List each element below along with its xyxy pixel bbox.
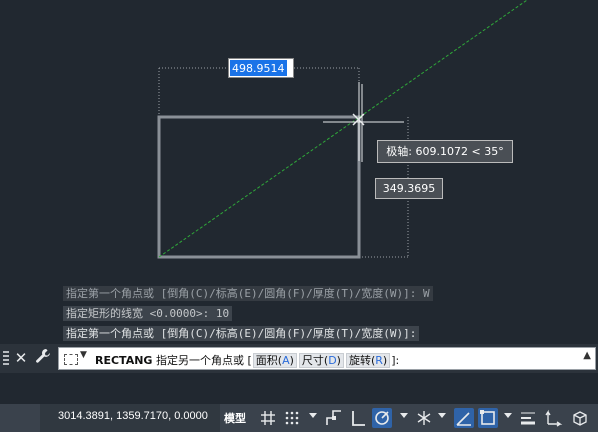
annotation-scale-icon[interactable] [544,408,564,428]
command-prompt: RECTANG 指定另一个角点或 [面积(A) 尺寸(D) 旋转(R)]: [95,353,400,368]
option-area[interactable]: 面积(A) [252,353,297,368]
chevron-down-icon[interactable] [504,413,512,418]
close-icon[interactable]: ✕ [12,348,30,368]
option-dimensions[interactable]: 尺寸(D) [298,353,344,368]
status-bar: 3014.3891, 1359.7170, 0.0000 模型 [0,404,598,432]
command-prompt-text: 指定另一个角点或 [155,354,244,367]
rectangle-command-icon [64,354,78,365]
isometric-icon[interactable] [414,408,434,428]
model-space-button[interactable]: 模型 [224,410,246,426]
dimension-guides [158,67,409,258]
polar-tracking-line [158,0,529,258]
command-input[interactable]: ▼ RECTANG 指定另一个角点或 [面积(A) 尺寸(D) 旋转(R)]: ▲ [58,347,596,370]
lineweight-icon[interactable] [518,408,538,428]
command-history-toggle-icon[interactable]: ▲ [583,350,591,361]
drag-grip-icon[interactable] [3,351,9,367]
width-dimension-value: 498.9514 [230,60,287,76]
height-dimension-input[interactable]: 349.3695 [375,178,443,199]
object-snap-icon[interactable] [478,408,498,428]
wrench-icon[interactable] [34,348,52,368]
coordinate-value: 3014.3891, 1359.7170, 0.0000 [58,410,208,422]
chevron-down-icon[interactable]: ▼ [80,350,87,360]
polar-tracking-icon[interactable] [372,408,392,428]
workspace-icon[interactable] [570,408,590,428]
chevron-down-icon[interactable] [400,413,408,418]
snap-icon[interactable] [282,408,302,428]
command-history-line: 指定第一个角点或 [倒角(C)/标高(E)/圆角(F)/厚度(T)/宽度(W)]… [63,326,420,341]
command-name: RECTANG [95,354,153,367]
ortho-icon[interactable] [348,408,368,428]
command-history-line: 指定第一个角点或 [倒角(C)/标高(E)/圆角(F)/厚度(T)/宽度(W)]… [63,286,433,301]
command-line-bar: ✕ ▼ RECTANG 指定另一个角点或 [面积(A) 尺寸(D) 旋转(R)]: … [0,344,598,373]
width-dimension-input[interactable]: 498.9514 [228,58,294,78]
polar-tooltip: 极轴: 609.1072 < 35° [377,140,513,163]
option-rotation[interactable]: 旋转(R) [345,353,391,368]
grid-icon[interactable] [258,408,278,428]
chevron-down-icon[interactable] [438,413,446,418]
chevron-down-icon[interactable] [309,413,317,418]
object-snap-tracking-icon[interactable] [454,408,474,428]
coordinate-display[interactable]: 3014.3891, 1359.7170, 0.0000 [40,404,220,432]
command-history-line: 指定矩形的线宽 <0.0000>: 10 [63,306,233,321]
infer-constraints-icon[interactable] [324,408,344,428]
